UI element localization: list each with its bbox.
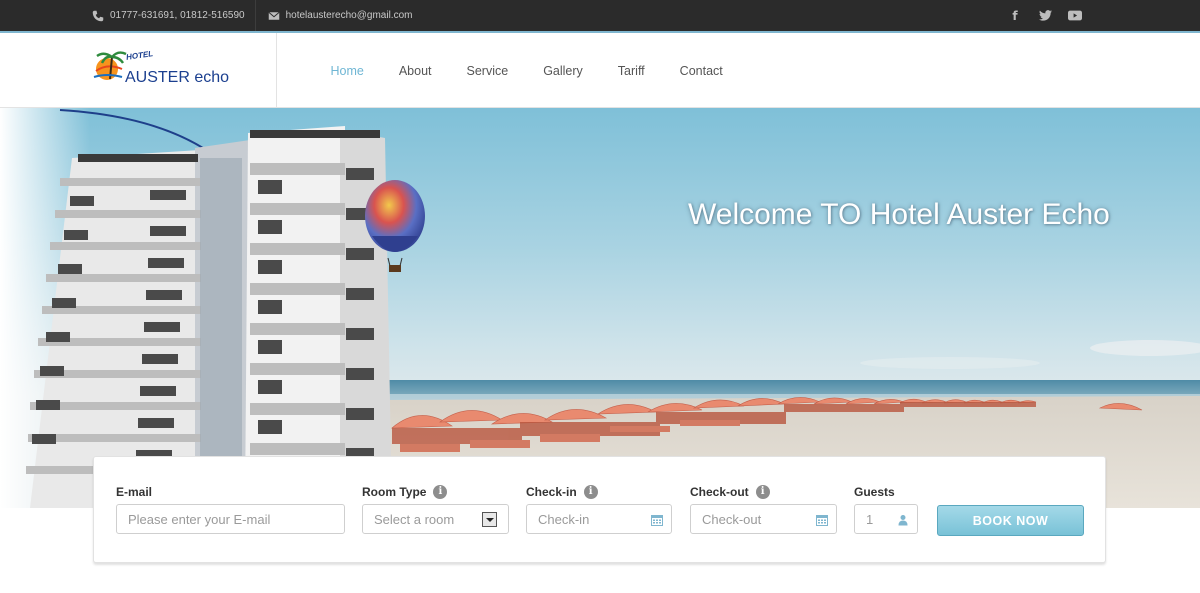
site-header: HOTEL AUSTER echo Home About Service Gal… xyxy=(0,33,1200,108)
email-field[interactable]: Please enter your E-mail xyxy=(116,504,345,534)
nav-item-service[interactable]: Service xyxy=(449,64,526,78)
nav-item-gallery[interactable]: Gallery xyxy=(526,64,601,78)
phone-icon xyxy=(92,10,104,21)
checkin-label: Check-in i xyxy=(526,485,598,499)
phone-text: 01777-631691, 01812-516590 xyxy=(110,10,245,21)
hero-banner: Welcome TO Hotel Auster Echo xyxy=(0,108,1200,508)
checkout-label-text: Check-out xyxy=(690,485,749,499)
main-nav: Home About Service Gallery Tariff Contac… xyxy=(313,33,740,108)
logo-name-text: AUSTER echo xyxy=(125,69,230,86)
calendar-icon[interactable] xyxy=(651,514,663,526)
email-label: E-mail xyxy=(116,485,152,499)
hotel-logo[interactable]: HOTEL AUSTER echo xyxy=(92,47,232,91)
hero-image xyxy=(0,108,1200,508)
guests-field[interactable]: 1 xyxy=(854,504,918,534)
dropdown-arrow-icon[interactable] xyxy=(482,512,497,527)
envelope-icon xyxy=(268,11,280,20)
checkin-placeholder: Check-in xyxy=(538,511,590,527)
nav-item-home[interactable]: Home xyxy=(313,64,381,78)
room-type-selected: Select a room xyxy=(374,511,455,527)
guests-label-text: Guests xyxy=(854,485,895,499)
guests-value: 1 xyxy=(866,511,874,527)
contact-info: 01777-631691, 01812-516590 hotelausterec… xyxy=(92,0,412,31)
twitter-icon[interactable] xyxy=(1038,9,1052,23)
info-icon[interactable]: i xyxy=(433,485,448,499)
info-icon[interactable]: i xyxy=(755,485,770,499)
email-text[interactable]: hotelausterecho@gmail.com xyxy=(286,10,413,21)
contact-divider xyxy=(254,0,256,31)
social-links: f xyxy=(1008,0,1082,31)
checkin-label-text: Check-in xyxy=(526,485,577,499)
checkin-field[interactable]: Check-in xyxy=(526,504,672,534)
room-type-label-text: Room Type xyxy=(362,485,427,499)
top-bar: 01777-631691, 01812-516590 hotelausterec… xyxy=(0,0,1200,31)
nav-item-contact[interactable]: Contact xyxy=(662,64,740,78)
checkout-placeholder: Check-out xyxy=(702,511,762,527)
hotel-building xyxy=(26,126,392,508)
room-type-select[interactable]: Select a room xyxy=(362,504,509,534)
header-divider xyxy=(276,33,277,108)
info-icon[interactable]: i xyxy=(583,485,598,499)
checkout-label: Check-out i xyxy=(690,485,770,499)
nav-item-tariff[interactable]: Tariff xyxy=(600,64,662,78)
book-now-button[interactable]: BOOK NOW xyxy=(937,505,1084,536)
hero-title: Welcome TO Hotel Auster Echo xyxy=(688,198,1110,231)
nav-item-about[interactable]: About xyxy=(381,64,449,78)
email-placeholder: Please enter your E-mail xyxy=(128,511,271,527)
booking-form: E-mail Please enter your E-mail Room Typ… xyxy=(93,456,1106,563)
checkout-field[interactable]: Check-out xyxy=(690,504,837,534)
youtube-icon[interactable] xyxy=(1068,9,1082,23)
user-icon xyxy=(898,515,908,526)
guests-label: Guests xyxy=(854,485,895,499)
calendar-icon[interactable] xyxy=(816,514,828,526)
room-type-label: Room Type i xyxy=(362,485,448,499)
facebook-icon[interactable]: f xyxy=(1008,9,1022,23)
email-label-text: E-mail xyxy=(116,485,153,499)
